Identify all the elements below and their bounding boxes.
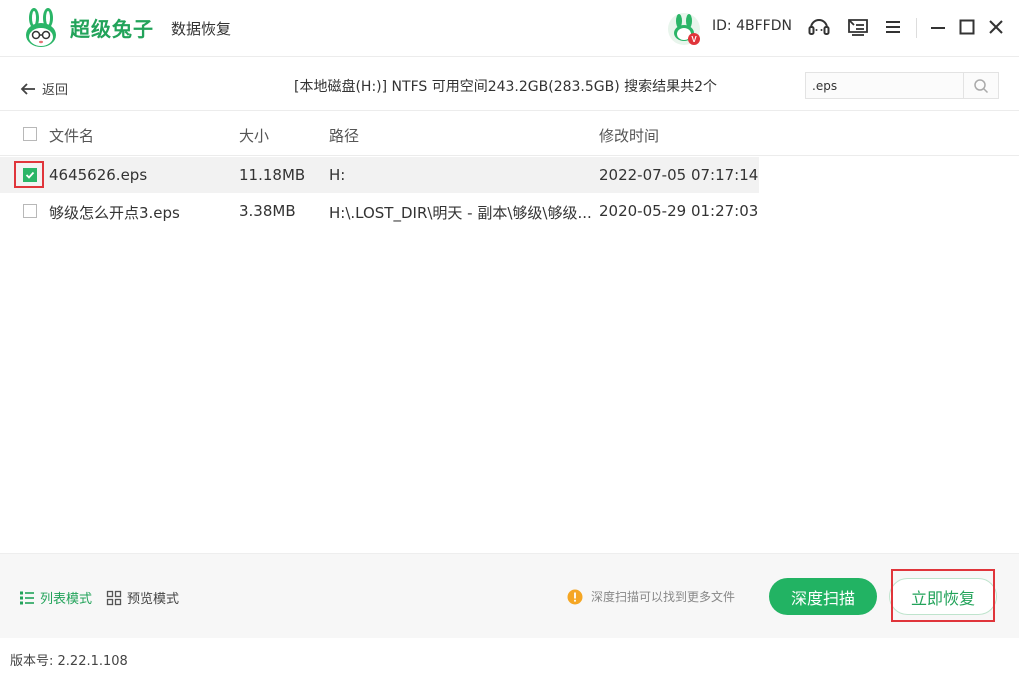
user-avatar[interactable]: V [667, 12, 701, 46]
preview-mode-label: 预览模式 [127, 592, 180, 607]
hint-text: 深度扫描可以找到更多文件 [591, 590, 736, 604]
headset-icon[interactable] [806, 14, 832, 40]
file-name: 够级怎么开点3.eps [49, 204, 180, 222]
arrow-left-icon [20, 82, 35, 95]
title-bar: 超级兔子 数据恢复 V ID: 4BFFDN [0, 0, 1019, 57]
version-info: 版本号: 2.22.1.108 [10, 650, 128, 669]
rabbit-logo [26, 8, 56, 47]
vip-badge: V [691, 35, 697, 44]
disk-info: [本地磁盘(H:)] NTFS 可用空间243.2GB(283.5GB) 搜索结… [294, 79, 718, 95]
column-header-path[interactable]: 路径 [329, 125, 359, 146]
minimize-icon[interactable] [925, 14, 951, 40]
back-button[interactable]: 返回 [20, 79, 68, 98]
list-mode-button[interactable]: 列表模式 [19, 588, 92, 607]
maximize-icon[interactable] [954, 14, 980, 40]
table-row[interactable]: 4645626.eps 11.18MB H: 2022-07-05 07:17:… [0, 157, 759, 193]
close-icon[interactable] [983, 14, 1009, 40]
user-id: ID: 4BFFDN [712, 18, 792, 34]
file-size: 11.18MB [239, 166, 306, 184]
preview-mode-button[interactable]: 预览模式 [106, 588, 179, 607]
column-header-size[interactable]: 大小 [239, 125, 269, 146]
file-name: 4645626.eps [49, 166, 148, 184]
table-row[interactable]: 够级怎么开点3.eps 3.38MB H:\.LOST_DIR\明天 - 副本\… [0, 193, 759, 229]
file-mtime: 2020-05-29 01:27:03 [599, 202, 759, 220]
menu-icon[interactable] [880, 14, 906, 40]
titlebar-divider [916, 18, 917, 38]
list-icon [20, 591, 34, 604]
column-header-name[interactable]: 文件名 [49, 125, 94, 146]
table-header: 文件名 大小 路径 修改时间 [0, 111, 1019, 156]
file-size: 3.38MB [239, 202, 296, 220]
version-label: 版本号: [10, 654, 54, 669]
column-header-mtime[interactable]: 修改时间 [599, 125, 659, 146]
warning-icon [567, 589, 583, 604]
footer-bar: 列表模式 预览模式 深度扫描可以找到更多文件 深度扫描 立即恢复 [0, 553, 1019, 638]
deep-scan-button[interactable]: 深度扫描 [769, 578, 877, 615]
brand-name: 超级兔子 [70, 17, 154, 41]
deep-scan-hint: 深度扫描可以找到更多文件 [567, 588, 735, 605]
file-path: H: [329, 166, 346, 184]
select-all-checkbox[interactable] [23, 127, 37, 141]
grid-icon [106, 590, 122, 605]
product-name: 数据恢复 [171, 20, 232, 38]
search-button[interactable] [963, 73, 998, 98]
nav-bar: 返回 [本地磁盘(H:)] NTFS 可用空间243.2GB(283.5GB) … [0, 57, 1019, 111]
back-label: 返回 [42, 83, 69, 98]
checkbox-highlight [14, 161, 44, 188]
version-number: 2.22.1.108 [57, 654, 128, 669]
search-input[interactable] [806, 73, 964, 98]
file-path: H:\.LOST_DIR\明天 - 副本\够级\够级... [329, 204, 592, 222]
feedback-icon[interactable] [845, 14, 871, 40]
recover-now-button[interactable]: 立即恢复 [889, 578, 997, 615]
list-mode-label: 列表模式 [40, 592, 93, 607]
search-box [805, 72, 999, 99]
file-mtime: 2022-07-05 07:17:14 [599, 166, 759, 184]
search-icon [974, 78, 989, 93]
row-checkbox[interactable] [23, 204, 37, 218]
